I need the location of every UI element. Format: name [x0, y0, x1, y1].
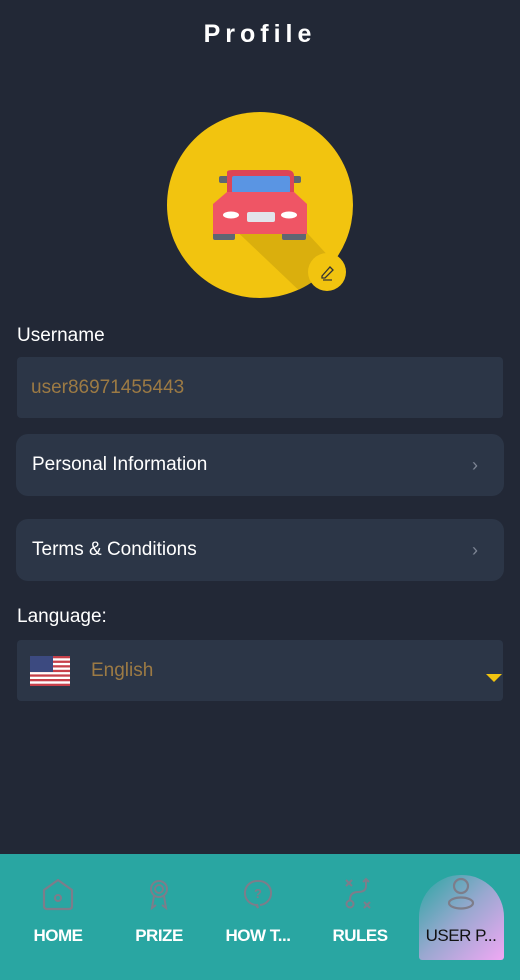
language-select[interactable]: English: [17, 640, 503, 701]
page-title: Profile: [203, 20, 317, 48]
nav-rules[interactable]: RULES: [310, 854, 410, 980]
terms-conditions-button[interactable]: Terms & Conditions ›: [16, 519, 504, 581]
caret-down-icon: [486, 674, 502, 682]
username-label: Username: [17, 325, 105, 346]
language-value: English: [91, 659, 154, 681]
personal-information-button[interactable]: Personal Information ›: [16, 434, 504, 496]
us-flag-icon: [30, 656, 70, 686]
edit-avatar-button[interactable]: [308, 253, 346, 291]
personal-information-label: Personal Information: [32, 454, 208, 475]
username-value: user86971455443: [31, 376, 185, 398]
home-icon: [42, 878, 74, 911]
user-icon: [447, 877, 475, 910]
pencil-icon: [321, 266, 334, 281]
nav-user-profile[interactable]: USER P...: [411, 854, 511, 980]
question-bubble-icon: ?: [244, 879, 272, 909]
nav-home-label: HOME: [33, 926, 84, 945]
nav-prize-label: PRIZE: [135, 926, 183, 945]
nav-rules-label: RULES: [332, 926, 388, 945]
nav-how-to[interactable]: ? HOW T...: [208, 854, 308, 980]
language-label: Language:: [17, 606, 107, 627]
nav-user-profile-label: USER P...: [425, 926, 497, 945]
chevron-right-icon: ›: [472, 454, 478, 475]
nav-prize[interactable]: PRIZE: [109, 854, 209, 980]
award-icon: [150, 880, 168, 911]
strategy-icon: [345, 877, 371, 909]
svg-text:?: ?: [254, 886, 262, 901]
nav-how-to-label: HOW T...: [225, 926, 291, 945]
terms-conditions-label: Terms & Conditions: [32, 539, 197, 560]
username-field[interactable]: user86971455443: [17, 357, 503, 418]
chevron-right-icon: ›: [472, 539, 478, 560]
nav-home[interactable]: HOME: [8, 854, 108, 980]
